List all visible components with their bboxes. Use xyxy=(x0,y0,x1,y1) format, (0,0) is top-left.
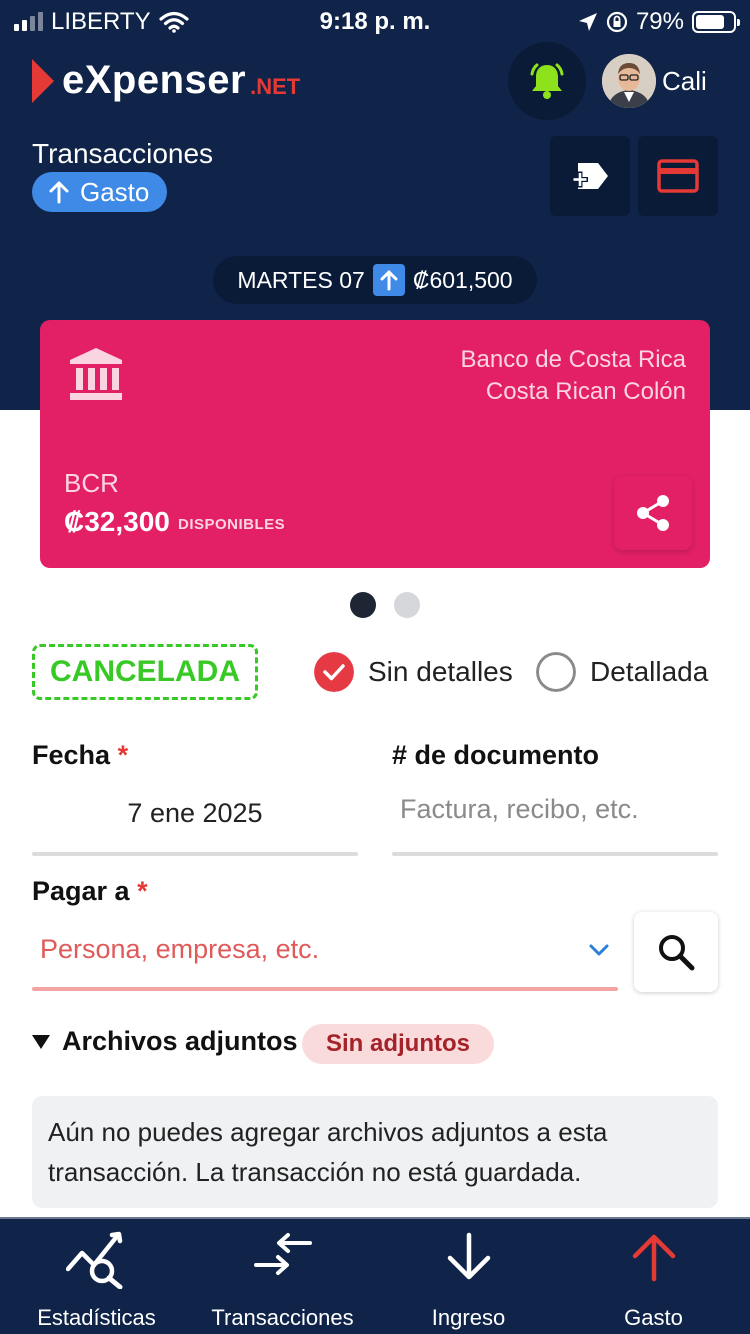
account-code: BCR xyxy=(64,468,119,498)
bank-name: Banco de Costa Rica xyxy=(460,346,686,373)
status-bar: LIBERTY 9:18 p. m. 79% xyxy=(0,0,750,42)
radio-label: Sin detalles xyxy=(368,656,513,687)
payee-label: Pagar a * xyxy=(32,876,148,906)
bank-icon xyxy=(70,348,122,400)
share-button[interactable] xyxy=(614,476,692,550)
payment-card-button[interactable] xyxy=(638,136,718,216)
attachments-title: Archivos adjuntos xyxy=(62,1026,298,1056)
user-name[interactable]: Cali xyxy=(662,66,707,97)
nav-item-ingreso[interactable]: Ingreso xyxy=(375,1219,562,1334)
attachments-badge: Sin adjuntos xyxy=(302,1024,494,1064)
arrow-up-icon xyxy=(49,181,69,204)
radio-label: Detallada xyxy=(590,656,709,687)
search-icon xyxy=(659,935,695,971)
required-mark: * xyxy=(117,740,129,770)
date-label: Fecha * xyxy=(32,740,129,770)
required-mark: * xyxy=(137,876,148,906)
account-balance: ₡32,300 xyxy=(64,506,170,537)
nav-item-estadisticas[interactable]: Estadísticas xyxy=(3,1219,190,1334)
nav-item-gasto[interactable]: Gasto xyxy=(560,1219,747,1334)
notifications-button[interactable] xyxy=(508,42,586,120)
balance-label: DISPONIBLES xyxy=(178,516,286,533)
date-field-underline xyxy=(32,852,358,856)
account-currency: Costa Rican Colón xyxy=(485,378,686,405)
radio-detallada[interactable]: Detallada xyxy=(536,652,708,692)
battery-icon xyxy=(692,11,740,33)
bottom-nav: Estadísticas Transacciones Ingreso Gasto xyxy=(0,1217,750,1334)
app-logo: eXpenser .NET xyxy=(32,58,300,103)
attachments-toggle[interactable]: Archivos adjuntos xyxy=(32,1026,298,1057)
battery-percent: 79% xyxy=(635,8,684,35)
date-summary-pill: MARTES 07 ₡601,500 xyxy=(213,256,537,304)
nav-label: Gasto xyxy=(624,1305,683,1330)
tag-plus-icon xyxy=(572,163,608,189)
document-field-underline xyxy=(392,852,718,856)
radio-sin-detalles[interactable]: Sin detalles xyxy=(314,652,513,692)
arrow-up-icon xyxy=(632,1234,675,1282)
avatar[interactable] xyxy=(602,54,656,108)
status-badge[interactable]: CANCELADA xyxy=(32,644,258,700)
brand-suffix: .NET xyxy=(250,73,301,99)
attachments-note: Aún no puedes agregar archivos adjuntos … xyxy=(32,1096,718,1208)
arrow-down-icon xyxy=(447,1232,490,1280)
bell-icon xyxy=(530,63,564,99)
nav-label: Ingreso xyxy=(431,1305,506,1330)
date-field[interactable]: 7 ene 2025 xyxy=(32,798,358,829)
date-summary-day: MARTES 07 xyxy=(237,266,365,293)
transaction-type-label: Gasto xyxy=(80,176,150,207)
logo-mark-icon xyxy=(32,58,54,103)
chevron-down-icon[interactable] xyxy=(588,940,610,960)
carousel-dot-1[interactable] xyxy=(350,592,376,618)
nav-label: Transacciones xyxy=(211,1305,354,1330)
page-title: Transacciones xyxy=(32,138,214,169)
checkmark-circle-icon xyxy=(314,652,354,692)
date-summary-amount: ₡601,500 xyxy=(412,266,513,293)
document-number-input[interactable] xyxy=(392,794,718,825)
payee-field-underline xyxy=(32,987,618,991)
location-icon xyxy=(578,13,597,31)
stats-search-icon xyxy=(65,1231,122,1289)
credit-card-icon xyxy=(657,159,699,193)
account-card[interactable]: Banco de Costa Rica Costa Rican Colón BC… xyxy=(40,320,710,568)
empty-circle-icon xyxy=(536,652,576,692)
arrow-up-icon xyxy=(372,264,405,296)
add-tag-button[interactable] xyxy=(550,136,630,216)
brand-name: eXpenser xyxy=(62,58,247,102)
carousel-indicator xyxy=(350,592,420,618)
nav-label: Estadísticas xyxy=(37,1305,156,1330)
search-payee-button[interactable] xyxy=(634,912,718,992)
payee-select[interactable]: Persona, empresa, etc. xyxy=(40,934,319,965)
share-icon xyxy=(637,495,669,531)
triangle-down-icon xyxy=(32,1034,50,1049)
transaction-type-badge[interactable]: Gasto xyxy=(32,172,168,212)
nav-item-transacciones[interactable]: Transacciones xyxy=(189,1219,376,1334)
document-number-label: # de documento xyxy=(392,740,600,770)
carousel-dot-2[interactable] xyxy=(394,592,420,618)
orientation-lock-icon xyxy=(606,11,628,33)
transfer-arrows-icon xyxy=(253,1233,312,1275)
